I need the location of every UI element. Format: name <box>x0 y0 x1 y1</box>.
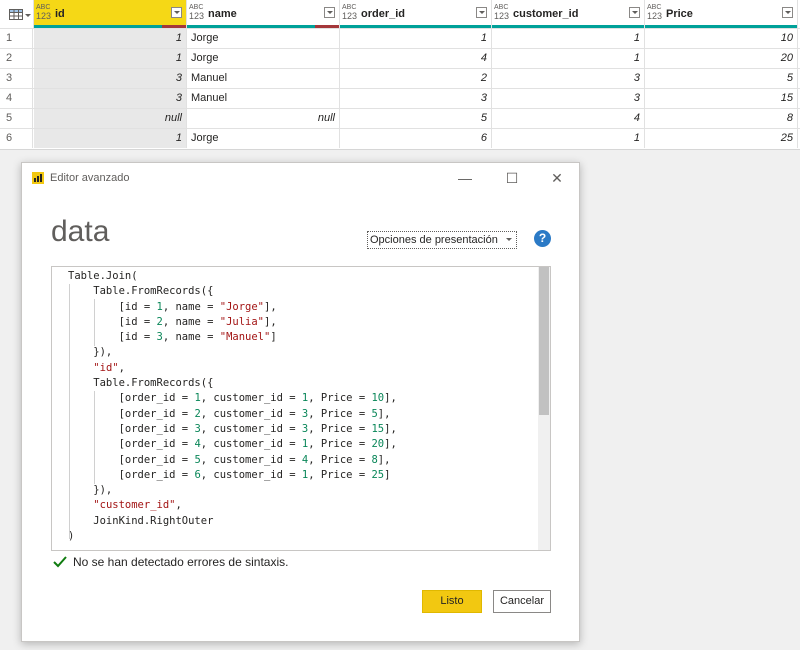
cell-name[interactable]: Manuel <box>187 89 340 108</box>
cell-name[interactable]: Jorge <box>187 29 340 48</box>
cell-name[interactable]: null <box>187 109 340 128</box>
minimize-icon[interactable]: — <box>443 163 487 193</box>
row-number[interactable]: 5 <box>0 109 33 128</box>
scrollbar-thumb[interactable] <box>539 267 549 415</box>
query-name-heading: data <box>51 215 110 248</box>
table-row: 4 3 Manuel 3 3 15 <box>0 88 800 108</box>
cell-customer-id[interactable]: 3 <box>492 69 645 88</box>
cell-name[interactable]: Jorge <box>187 49 340 68</box>
close-icon[interactable]: ✕ <box>535 163 579 193</box>
cell-name[interactable]: Jorge <box>187 129 340 148</box>
row-number[interactable]: 6 <box>0 129 33 148</box>
row-number[interactable]: 4 <box>0 89 33 108</box>
grid-header-row: ABC 123 id ABC 123 name ABC 123 order_id… <box>0 0 800 28</box>
cell-order-id[interactable]: 2 <box>340 69 492 88</box>
cell-order-id[interactable]: 3 <box>340 89 492 108</box>
dialog-title: Editor avanzado <box>50 172 130 184</box>
table-menu-button[interactable] <box>0 0 34 28</box>
column-header-id[interactable]: ABC 123 id <box>34 0 187 28</box>
cell-id[interactable]: 1 <box>34 129 187 148</box>
row-number[interactable]: 2 <box>0 49 33 68</box>
maximize-icon[interactable]: ☐ <box>490 163 534 193</box>
column-type-icon: ABC <box>36 4 51 11</box>
cell-price[interactable]: 15 <box>645 89 798 108</box>
code-editor[interactable]: Table.Join( Table.FromRecords({ [id = 1,… <box>51 266 551 551</box>
cell-id[interactable]: 1 <box>34 49 187 68</box>
row-number[interactable]: 1 <box>0 29 33 48</box>
cell-name[interactable]: Manuel <box>187 69 340 88</box>
column-header-order-id[interactable]: ABC 123 order_id <box>340 0 492 28</box>
cancel-button[interactable]: Cancelar <box>493 590 551 613</box>
cell-customer-id[interactable]: 4 <box>492 109 645 128</box>
table-row: 2 1 Jorge 4 1 20 <box>0 48 800 68</box>
table-row: 1 1 Jorge 1 1 10 <box>0 28 800 48</box>
cell-price[interactable]: 25 <box>645 129 798 148</box>
column-name: order_id <box>361 8 406 20</box>
column-type-icon: 123 <box>36 11 52 21</box>
done-button[interactable]: Listo <box>422 590 482 613</box>
column-type-icon: ABC <box>342 4 357 11</box>
column-type-icon: 123 <box>189 11 205 21</box>
cell-id[interactable]: 3 <box>34 89 187 108</box>
code-text[interactable]: Table.Join( Table.FromRecords({ [id = 1,… <box>68 269 397 544</box>
cell-order-id[interactable]: 6 <box>340 129 492 148</box>
cell-id[interactable]: null <box>34 109 187 128</box>
cell-customer-id[interactable]: 3 <box>492 89 645 108</box>
column-type-icon: 123 <box>494 11 510 21</box>
display-options-label: Opciones de presentación <box>370 234 498 246</box>
column-type-icon: 123 <box>647 11 663 21</box>
column-filter-button[interactable] <box>629 7 640 18</box>
cell-order-id[interactable]: 4 <box>340 49 492 68</box>
cell-price[interactable]: 20 <box>645 49 798 68</box>
cell-order-id[interactable]: 5 <box>340 109 492 128</box>
column-filter-button[interactable] <box>782 7 793 18</box>
cell-price[interactable]: 10 <box>645 29 798 48</box>
column-type-icon: ABC <box>494 4 509 11</box>
help-icon[interactable]: ? <box>534 230 551 247</box>
syntax-status-text: No se han detectado errores de sintaxis. <box>73 555 289 569</box>
column-header-price[interactable]: ABC 123 Price <box>645 0 798 28</box>
chevron-down-icon <box>25 14 31 17</box>
table-row: 3 3 Manuel 2 3 5 <box>0 68 800 88</box>
column-name: Price <box>666 8 693 20</box>
editor-scrollbar[interactable] <box>538 267 550 550</box>
column-filter-button[interactable] <box>476 7 487 18</box>
cell-customer-id[interactable]: 1 <box>492 29 645 48</box>
power-bi-icon <box>32 172 44 184</box>
column-filter-button[interactable] <box>171 7 182 18</box>
column-header-name[interactable]: ABC 123 name <box>187 0 340 28</box>
cell-customer-id[interactable]: 1 <box>492 129 645 148</box>
table-row: 5 null null 5 4 8 <box>0 108 800 128</box>
column-name: customer_id <box>513 8 579 20</box>
cell-order-id[interactable]: 1 <box>340 29 492 48</box>
table-icon <box>9 9 23 20</box>
column-header-customer-id[interactable]: ABC 123 customer_id <box>492 0 645 28</box>
dialog-titlebar[interactable]: Editor avanzado — ☐ ✕ <box>22 163 579 193</box>
cell-id[interactable]: 3 <box>34 69 187 88</box>
display-options-dropdown[interactable]: Opciones de presentación <box>367 231 517 249</box>
checkmark-icon <box>53 556 67 568</box>
column-filter-button[interactable] <box>324 7 335 18</box>
column-type-icon: ABC <box>647 4 662 11</box>
cell-price[interactable]: 5 <box>645 69 798 88</box>
chevron-down-icon <box>505 238 512 241</box>
column-type-icon: ABC <box>189 4 204 11</box>
cell-id[interactable]: 1 <box>34 29 187 48</box>
column-type-icon: 123 <box>342 11 358 21</box>
cell-customer-id[interactable]: 1 <box>492 49 645 68</box>
row-number[interactable]: 3 <box>0 69 33 88</box>
column-name: name <box>208 8 237 20</box>
advanced-editor-dialog: Editor avanzado — ☐ ✕ data Opciones de p… <box>21 162 580 642</box>
data-preview-grid: ABC 123 id ABC 123 name ABC 123 order_id… <box>0 0 800 150</box>
cell-price[interactable]: 8 <box>645 109 798 128</box>
column-name: id <box>55 8 65 20</box>
table-row: 6 1 Jorge 6 1 25 <box>0 128 800 148</box>
